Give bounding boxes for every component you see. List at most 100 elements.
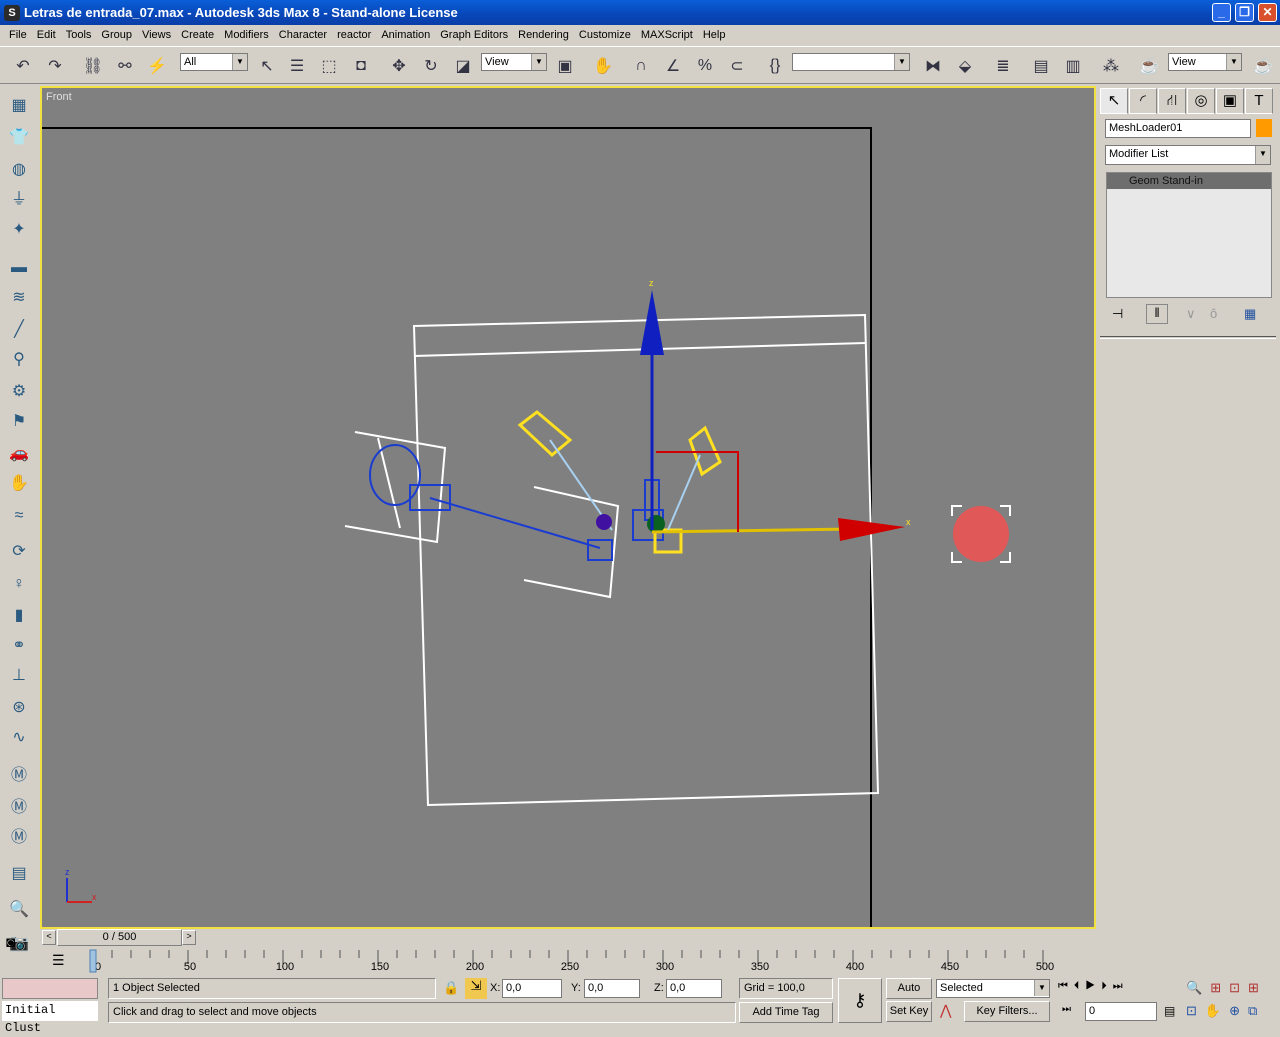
- absolute-mode-icon[interactable]: ⇲: [465, 978, 487, 999]
- percent-snap-icon[interactable]: %: [692, 53, 718, 79]
- modifier-list-dropdown[interactable]: Modifier List ▼: [1105, 145, 1271, 165]
- menu-tools[interactable]: Tools: [61, 29, 97, 41]
- spinner-snap-icon[interactable]: ⊂: [724, 53, 750, 79]
- zoom-extents-all-icon[interactable]: ⊞: [1248, 980, 1267, 995]
- make-unique-icon[interactable]: ∨: [1186, 306, 1196, 322]
- go-to-start-icon[interactable]: ⏮: [1058, 980, 1074, 992]
- ragdoll-icon[interactable]: ♀: [7, 572, 31, 596]
- toy-car-icon[interactable]: 🚗: [7, 442, 31, 466]
- time-prev-button[interactable]: <: [42, 930, 56, 945]
- property-editor-icon[interactable]: ▤: [7, 862, 31, 886]
- close-button[interactable]: ✕: [1258, 3, 1277, 22]
- configure-modifier-sets-icon[interactable]: ▦: [1244, 306, 1256, 322]
- water-icon[interactable]: ≈: [7, 504, 31, 528]
- manipulate-icon[interactable]: ✋: [590, 53, 616, 79]
- time-slider-thumb[interactable]: 0 / 500: [57, 929, 182, 946]
- remove-modifier-icon[interactable]: ô: [1210, 306, 1217, 321]
- menu-file[interactable]: File: [4, 29, 32, 41]
- soft-body-icon[interactable]: ◍: [7, 158, 31, 182]
- current-frame-field[interactable]: 0: [1085, 1002, 1157, 1021]
- menu-views[interactable]: Views: [137, 29, 176, 41]
- next-frame-icon[interactable]: ⏵: [1101, 980, 1113, 992]
- z-coordinate-field[interactable]: 0,0: [666, 979, 722, 998]
- convert-to-cloth-icon[interactable]: Ⓜ: [7, 796, 31, 820]
- unlink-icon[interactable]: ⚯: [112, 53, 138, 79]
- create-tab-icon[interactable]: ↖: [1100, 88, 1128, 114]
- menu-modifiers[interactable]: Modifiers: [219, 29, 274, 41]
- named-selection-dropdown[interactable]: ▼: [792, 53, 910, 71]
- maximize-viewport-icon[interactable]: ⧉: [1248, 1003, 1265, 1018]
- point-constraint-icon[interactable]: ⚭: [7, 634, 31, 658]
- bind-space-warp-icon[interactable]: ⚡: [144, 53, 170, 79]
- spring-icon[interactable]: ≋: [7, 286, 31, 310]
- analyze-world-icon[interactable]: 🔍: [7, 898, 31, 922]
- pan-icon[interactable]: ✋: [1205, 1003, 1229, 1018]
- constraint-solver-icon[interactable]: ⟳: [7, 540, 31, 564]
- select-and-scale-icon[interactable]: ◪: [450, 53, 476, 79]
- menu-edit[interactable]: Edit: [32, 29, 61, 41]
- zoom-icon[interactable]: 🔍: [1186, 980, 1210, 995]
- key-filters-button[interactable]: Key Filters...: [964, 1001, 1050, 1022]
- utilities-tab-icon[interactable]: T: [1245, 88, 1273, 114]
- render-scene-icon[interactable]: ☕: [1136, 53, 1162, 79]
- menu-group[interactable]: Group: [96, 29, 137, 41]
- pin-stack-icon[interactable]: ⊣: [1112, 306, 1123, 322]
- go-to-end-icon[interactable]: ⏭: [1113, 980, 1129, 992]
- reactor-rigid-body-icon[interactable]: ▦: [7, 94, 31, 118]
- minimize-button[interactable]: _: [1212, 3, 1231, 22]
- hierarchy-tab-icon[interactable]: ⛙: [1158, 88, 1186, 114]
- region-zoom-icon[interactable]: ⊡: [1186, 1003, 1205, 1018]
- key-mode-dropdown[interactable]: Selected ▼: [936, 979, 1050, 998]
- fracture-icon[interactable]: ✋: [7, 472, 31, 496]
- select-and-move-icon[interactable]: ✥: [386, 53, 412, 79]
- track-bar[interactable]: 0 50 100 150 200 250 300 350 400 450 500: [88, 948, 1080, 974]
- stack-item-geom-stand-in[interactable]: Geom Stand-in: [1107, 173, 1271, 189]
- selection-filter-dropdown[interactable]: All ▼: [180, 53, 248, 71]
- auto-key-button[interactable]: Auto Key: [886, 978, 932, 1013]
- x-coordinate-field[interactable]: 0,0: [502, 979, 562, 998]
- menu-animation[interactable]: Animation: [376, 29, 435, 41]
- render-type-dropdown[interactable]: View ▼: [1168, 53, 1242, 71]
- zoom-extents-icon[interactable]: ⊡: [1229, 980, 1248, 995]
- menu-create[interactable]: Create: [176, 29, 219, 41]
- object-name-field[interactable]: MeshLoader01: [1105, 119, 1251, 138]
- arc-rotate-icon[interactable]: ⊕: [1229, 1003, 1248, 1018]
- menu-graph-editors[interactable]: Graph Editors: [435, 29, 513, 41]
- select-link-icon[interactable]: ⛓: [80, 53, 106, 79]
- menu-maxscript[interactable]: MAXScript: [636, 29, 698, 41]
- show-end-result-icon[interactable]: ǁ: [1146, 304, 1168, 324]
- deforming-mesh-icon[interactable]: ✦: [7, 218, 31, 242]
- lock-selection-icon[interactable]: 🔒: [443, 980, 459, 996]
- redo-icon[interactable]: ↷: [42, 53, 68, 79]
- select-and-rotate-icon[interactable]: ↻: [418, 53, 444, 79]
- time-slider[interactable]: < 0 / 500 >: [40, 928, 1096, 946]
- time-next-button[interactable]: >: [182, 930, 196, 945]
- fracture-constraint-icon[interactable]: ∿: [7, 726, 31, 750]
- angle-snap-icon[interactable]: ∠: [660, 53, 686, 79]
- cloth-icon[interactable]: 👕: [7, 126, 31, 150]
- motion-tab-icon[interactable]: ◎: [1187, 88, 1215, 114]
- y-coordinate-field[interactable]: 0,0: [584, 979, 640, 998]
- motor-icon[interactable]: ⚙: [7, 380, 31, 404]
- maxscript-listener-pink[interactable]: [2, 978, 98, 999]
- listener-icon[interactable]: ◙: [6, 934, 15, 951]
- quick-render-icon[interactable]: ☕: [1250, 53, 1276, 79]
- menu-rendering[interactable]: Rendering: [513, 29, 574, 41]
- select-by-name-icon[interactable]: ☰: [284, 53, 310, 79]
- set-key-icon[interactable]: ⚷: [838, 978, 882, 1023]
- menu-help[interactable]: Help: [698, 29, 731, 41]
- modify-tab-icon[interactable]: ◜: [1129, 88, 1157, 114]
- viewport-front[interactable]: Front z x z x: [40, 86, 1096, 929]
- default-tangent-icon[interactable]: ⋀: [940, 1002, 951, 1019]
- mirror-icon[interactable]: ⧓: [920, 53, 946, 79]
- edit-named-selection-icon[interactable]: {}: [762, 53, 788, 79]
- maxscript-mini-listener[interactable]: Initial Clust: [2, 1001, 98, 1035]
- menu-character[interactable]: Character: [274, 29, 332, 41]
- schematic-view-icon[interactable]: ▥: [1060, 53, 1086, 79]
- curve-editor-icon[interactable]: ▤: [1028, 53, 1054, 79]
- reference-coordinate-dropdown[interactable]: View ▼: [481, 53, 547, 71]
- align-icon[interactable]: ⬙: [952, 53, 978, 79]
- window-crossing-icon[interactable]: ◘: [348, 53, 374, 79]
- display-tab-icon[interactable]: ▣: [1216, 88, 1244, 114]
- key-mode-toggle-icon[interactable]: ⏭: [1062, 1004, 1071, 1015]
